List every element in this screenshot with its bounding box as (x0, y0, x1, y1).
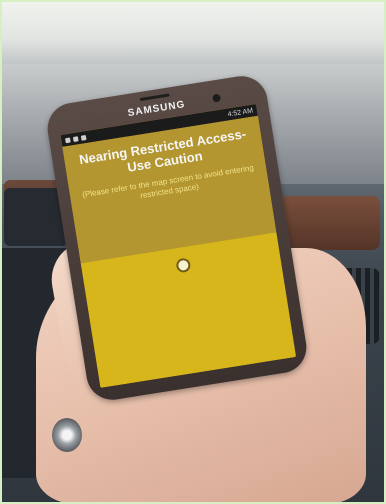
smartphone: SAMSUNG 4:52 AM Nearing Restricted Acces… (43, 72, 311, 404)
windshield (0, 0, 386, 70)
notification-icon (72, 135, 79, 142)
earpiece-speaker (139, 93, 170, 102)
notification-icon (80, 134, 87, 141)
ring (52, 418, 82, 452)
phone-screen[interactable]: 4:52 AM Nearing Restricted Access-Use Ca… (60, 103, 297, 388)
car-interior-photo: SAMSUNG 4:52 AM Nearing Restricted Acces… (0, 0, 386, 504)
notification-icons (64, 134, 87, 143)
notification-icon (64, 137, 71, 143)
